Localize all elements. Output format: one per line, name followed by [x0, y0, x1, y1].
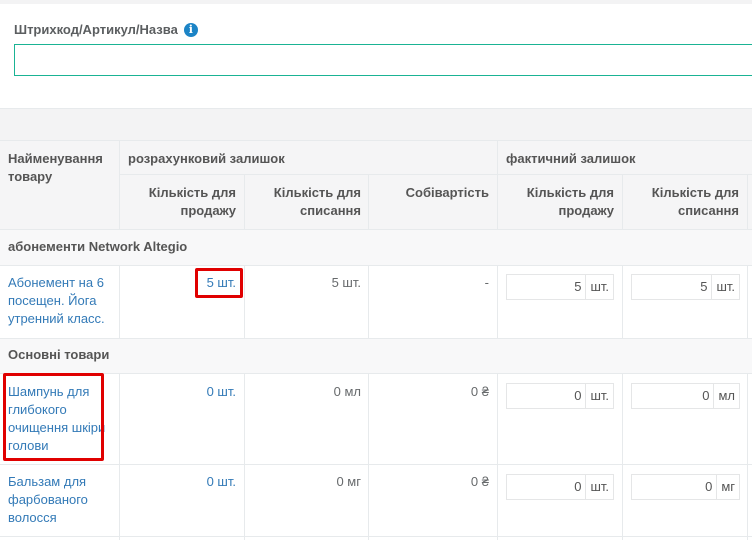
divider [244, 265, 245, 338]
group-row: Основні товари [0, 338, 752, 373]
divider [747, 265, 748, 338]
qty-unit: шт. [585, 475, 613, 499]
cost-value: 0 ₴ [470, 474, 489, 489]
search-input[interactable] [14, 44, 752, 76]
search-panel: Штрихкод/Артикул/Назва i [0, 4, 752, 108]
qty-unit: шт. [585, 275, 613, 299]
section-gap [0, 108, 752, 141]
divider [0, 229, 752, 230]
col-header-sale-qty: Кількість для продажу [124, 184, 236, 220]
highlight-box-sale-qty [195, 268, 243, 298]
divider [0, 265, 752, 266]
divider [497, 265, 498, 338]
divider [119, 140, 120, 230]
highlight-box-product-name [3, 373, 104, 461]
divider [497, 140, 498, 230]
divider [0, 464, 752, 465]
col-group-estimated: розрахунковий залишок [128, 150, 488, 168]
divider [747, 174, 748, 230]
qty-value[interactable]: 5 [507, 275, 585, 299]
sale-qty-value[interactable]: 0 шт. [124, 383, 236, 401]
divider [368, 174, 369, 230]
divider [622, 265, 623, 338]
actual-sale-qty-input[interactable]: 0 шт. [506, 383, 614, 409]
divider [119, 265, 120, 338]
divider [0, 536, 752, 537]
info-icon[interactable]: i [183, 22, 198, 37]
search-label-text: Штрихкод/Артикул/Назва [14, 22, 178, 37]
qty-unit: шт. [585, 384, 613, 408]
col-group-actual: фактичний залишок [506, 150, 746, 168]
actual-sale-qty-input[interactable]: 5 шт. [506, 274, 614, 300]
qty-unit: мг [716, 475, 739, 499]
qty-value[interactable]: 0 [507, 475, 585, 499]
product-name-link[interactable]: Абонемент на 6 посещен. Йога утренний кл… [8, 274, 116, 328]
divider [244, 174, 245, 230]
qty-unit: шт. [711, 275, 739, 299]
divider [368, 373, 369, 540]
search-label: Штрихкод/Артикул/Назва i [14, 22, 198, 37]
divider [120, 174, 752, 175]
qty-value[interactable]: 0 [632, 475, 716, 499]
cost-value: - [484, 275, 489, 290]
divider [622, 373, 623, 540]
divider [0, 338, 752, 339]
col-header-actual-sale-qty: Кількість для продажу [502, 184, 614, 220]
divider [0, 373, 752, 374]
product-name-link[interactable]: Бальзам для фарбованого волосся [8, 473, 116, 527]
qty-value[interactable]: 0 [632, 384, 713, 408]
inventory-table: Найменування товару розрахунковий залишо… [0, 140, 752, 540]
group-row: абонементи Network Altegio [0, 230, 752, 265]
divider [368, 265, 369, 338]
divider [119, 373, 120, 540]
actual-sale-qty-input[interactable]: 0 шт. [506, 474, 614, 500]
qty-value[interactable]: 5 [632, 275, 711, 299]
col-header-cost: Собівартість [372, 184, 489, 202]
sale-qty-value[interactable]: 0 шт. [124, 473, 236, 491]
col-header-name: Найменування товару [8, 150, 116, 186]
cost-value: 0 ₴ [470, 384, 489, 399]
writeoff-qty-value: 5 шт. [331, 275, 361, 290]
divider [0, 140, 752, 141]
actual-writeoff-qty-input[interactable]: 0 мл [631, 383, 740, 409]
writeoff-qty-value: 0 мл [333, 384, 361, 399]
divider [622, 174, 623, 230]
col-header-actual-writeoff-qty: Кількість для списання [626, 184, 739, 220]
divider [244, 373, 245, 540]
qty-value[interactable]: 0 [507, 384, 585, 408]
group-title: абонементи Network Altegio [8, 239, 188, 254]
qty-unit: мл [713, 384, 739, 408]
col-header-writeoff-qty: Кількість для списання [248, 184, 361, 220]
group-title: Основні товари [8, 347, 110, 362]
actual-writeoff-qty-input[interactable]: 0 мг [631, 474, 740, 500]
writeoff-qty-value: 0 мг [336, 474, 361, 489]
divider [747, 373, 748, 540]
divider [497, 373, 498, 540]
actual-writeoff-qty-input[interactable]: 5 шт. [631, 274, 740, 300]
